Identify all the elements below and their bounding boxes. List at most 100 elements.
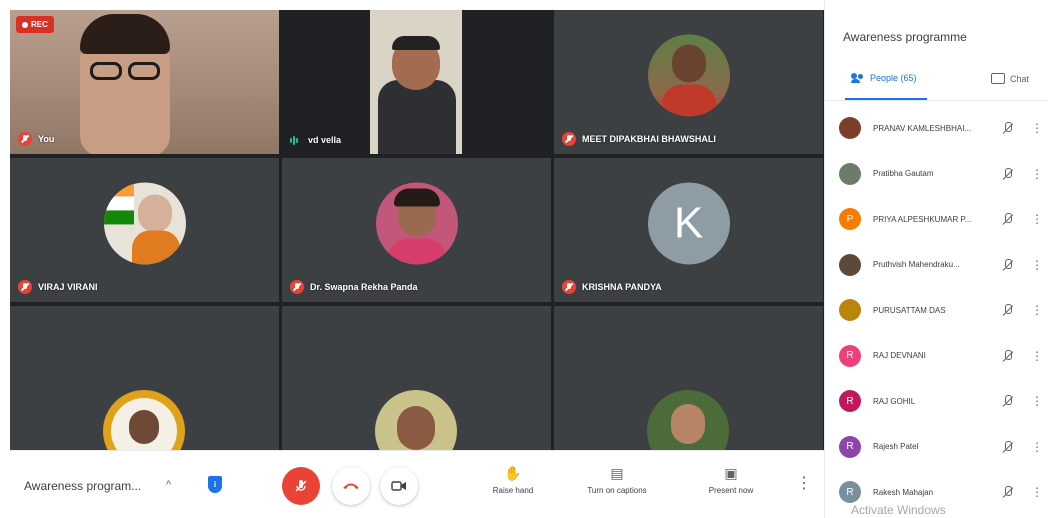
participant-row[interactable]: Pratibha Gautam ⋮: [839, 156, 1043, 192]
video-tile-krishna[interactable]: K KRISHNA PANDYA: [554, 158, 823, 302]
recording-label: REC: [31, 20, 48, 29]
participant-name: PRANAV KAMLESHBHAI...: [873, 123, 972, 133]
flag-stripe-green: [103, 210, 134, 225]
tile-name-label: You: [38, 134, 55, 144]
participant-row[interactable]: Pruthvish Mahendraku... ⋮: [839, 247, 1043, 283]
participant-name: PRIYA ALPESHKUMAR P...: [873, 214, 972, 224]
participant-row[interactable]: PRANAV KAMLESHBHAI... ⋮: [839, 110, 1043, 146]
meeting-title[interactable]: Awareness program...: [24, 479, 141, 493]
participant-figure: [378, 80, 456, 154]
participant-name: Rajesh Patel: [873, 442, 919, 451]
tile-name-label: KRISHNA PANDYA: [582, 282, 662, 292]
mic-off-icon[interactable]: [1001, 121, 1015, 135]
present-label: Present now: [708, 486, 754, 495]
hair-shape: [392, 36, 440, 50]
more-options-icon[interactable]: ⋮: [1031, 440, 1043, 454]
participant-avatar: [103, 182, 186, 265]
recording-badge: REC: [16, 16, 54, 33]
participant-name: RAJ DEVNANI: [873, 351, 926, 360]
hand-icon: ✋: [504, 465, 522, 481]
mic-off-icon[interactable]: [1001, 440, 1015, 454]
tile-name: MEET DIPAKBHAI BHAWSHALI: [562, 132, 716, 146]
mic-off-icon: [18, 132, 32, 146]
participant-row[interactable]: P PRIYA ALPESHKUMAR P... ⋮: [839, 201, 1043, 237]
more-options-icon[interactable]: ⋮: [1031, 167, 1043, 181]
participant-avatar: R: [839, 390, 861, 412]
participant-avatar: [839, 299, 861, 321]
glasses-left: [90, 62, 122, 80]
camera-toggle-button[interactable]: [380, 467, 418, 505]
leave-call-button[interactable]: [332, 467, 370, 505]
people-icon: [851, 73, 865, 83]
raise-hand-label: Raise hand: [492, 486, 534, 495]
video-tile-partial-3[interactable]: [554, 306, 823, 450]
participant-face: [137, 194, 172, 233]
meet-app: REC You vd vella MEET DIPAKBHAI BHAWSHAL…: [0, 0, 1048, 518]
glasses-right: [128, 62, 160, 80]
shield-icon[interactable]: i: [208, 476, 222, 493]
more-options-icon[interactable]: ⋮: [1031, 349, 1043, 363]
participant-face: [397, 406, 435, 450]
participant-row[interactable]: R RAJ GOHIL ⋮: [839, 383, 1043, 419]
tile-name-label: VIRAJ VIRANI: [38, 282, 98, 292]
flag-stripe-saffron: [103, 182, 134, 197]
participant-avatar: P: [839, 208, 861, 230]
present-now-button[interactable]: ▣ Present now: [686, 465, 776, 495]
more-options-icon[interactable]: ⋮: [1031, 485, 1043, 499]
video-tile-meet[interactable]: MEET DIPAKBHAI BHAWSHALI: [554, 10, 823, 154]
mic-off-icon[interactable]: [1001, 485, 1015, 499]
tile-name: Dr. Swapna Rekha Panda: [290, 280, 418, 294]
more-options-icon[interactable]: ⋮: [1031, 212, 1043, 226]
more-options-icon[interactable]: ⋮: [1031, 121, 1043, 135]
mic-off-icon: [562, 132, 576, 146]
video-tile-partial-2[interactable]: [282, 306, 551, 450]
video-tile-partial-1[interactable]: [10, 306, 279, 450]
letter-avatar: K: [647, 182, 730, 265]
participant-avatar: R: [839, 481, 861, 503]
flag-stripe-white: [103, 196, 134, 211]
hang-up-icon: [343, 483, 359, 489]
raise-hand-button[interactable]: ✋ Raise hand: [468, 465, 558, 495]
record-dot-icon: [22, 21, 28, 28]
mic-off-icon: [290, 280, 304, 294]
captions-label: Turn on captions: [587, 486, 647, 495]
participant-avatar: [647, 390, 729, 450]
participant-avatar: [839, 253, 861, 276]
participant-face: [671, 44, 706, 83]
participant-row[interactable]: PURUSATTAM DAS ⋮: [839, 292, 1043, 328]
tile-name-label: MEET DIPAKBHAI BHAWSHALI: [582, 134, 716, 144]
captions-button[interactable]: ▤ Turn on captions: [572, 465, 662, 495]
mic-off-icon[interactable]: [1001, 303, 1015, 317]
participant-avatar: R: [839, 435, 861, 458]
video-tile-viraj[interactable]: VIRAJ VIRANI: [10, 158, 279, 302]
tab-chat[interactable]: Chat: [991, 73, 1029, 84]
hair-shape: [393, 188, 440, 207]
mic-off-icon[interactable]: [1001, 258, 1015, 272]
more-options-icon[interactable]: ⋮: [1031, 394, 1043, 408]
mic-off-icon[interactable]: [1001, 394, 1015, 408]
tab-chat-label: Chat: [1010, 73, 1030, 84]
chat-icon: [991, 73, 1005, 84]
video-tile-vd-vella[interactable]: vd vella: [282, 10, 551, 154]
mic-off-icon[interactable]: [1001, 212, 1015, 226]
participant-avatar: [375, 182, 458, 265]
video-tile-you[interactable]: REC You: [10, 10, 279, 154]
video-tile-swapna[interactable]: Dr. Swapna Rekha Panda: [282, 158, 551, 302]
participant-row[interactable]: R RAJ DEVNANI ⋮: [839, 338, 1043, 374]
mic-off-icon: [295, 480, 307, 492]
chevron-up-icon[interactable]: ^: [166, 479, 171, 491]
microphone-toggle-button[interactable]: [282, 467, 320, 505]
mic-off-icon[interactable]: [1001, 349, 1015, 363]
people-panel: Awareness programme People (65) Chat PRA…: [824, 0, 1048, 518]
participant-avatar: [647, 34, 730, 117]
participant-avatar: R: [839, 344, 861, 367]
more-options-icon[interactable]: ⋮: [1031, 258, 1043, 272]
participant-name: Rakesh Mahajan: [873, 487, 934, 497]
more-options-icon[interactable]: ⋮: [796, 473, 812, 493]
participant-row[interactable]: R Rajesh Patel ⋮: [839, 429, 1043, 465]
tab-people[interactable]: People (65): [851, 73, 917, 83]
tile-name: You: [18, 132, 54, 146]
mic-off-icon[interactable]: [1001, 167, 1015, 181]
participant-avatar: [839, 162, 861, 185]
more-options-icon[interactable]: ⋮: [1031, 303, 1043, 317]
